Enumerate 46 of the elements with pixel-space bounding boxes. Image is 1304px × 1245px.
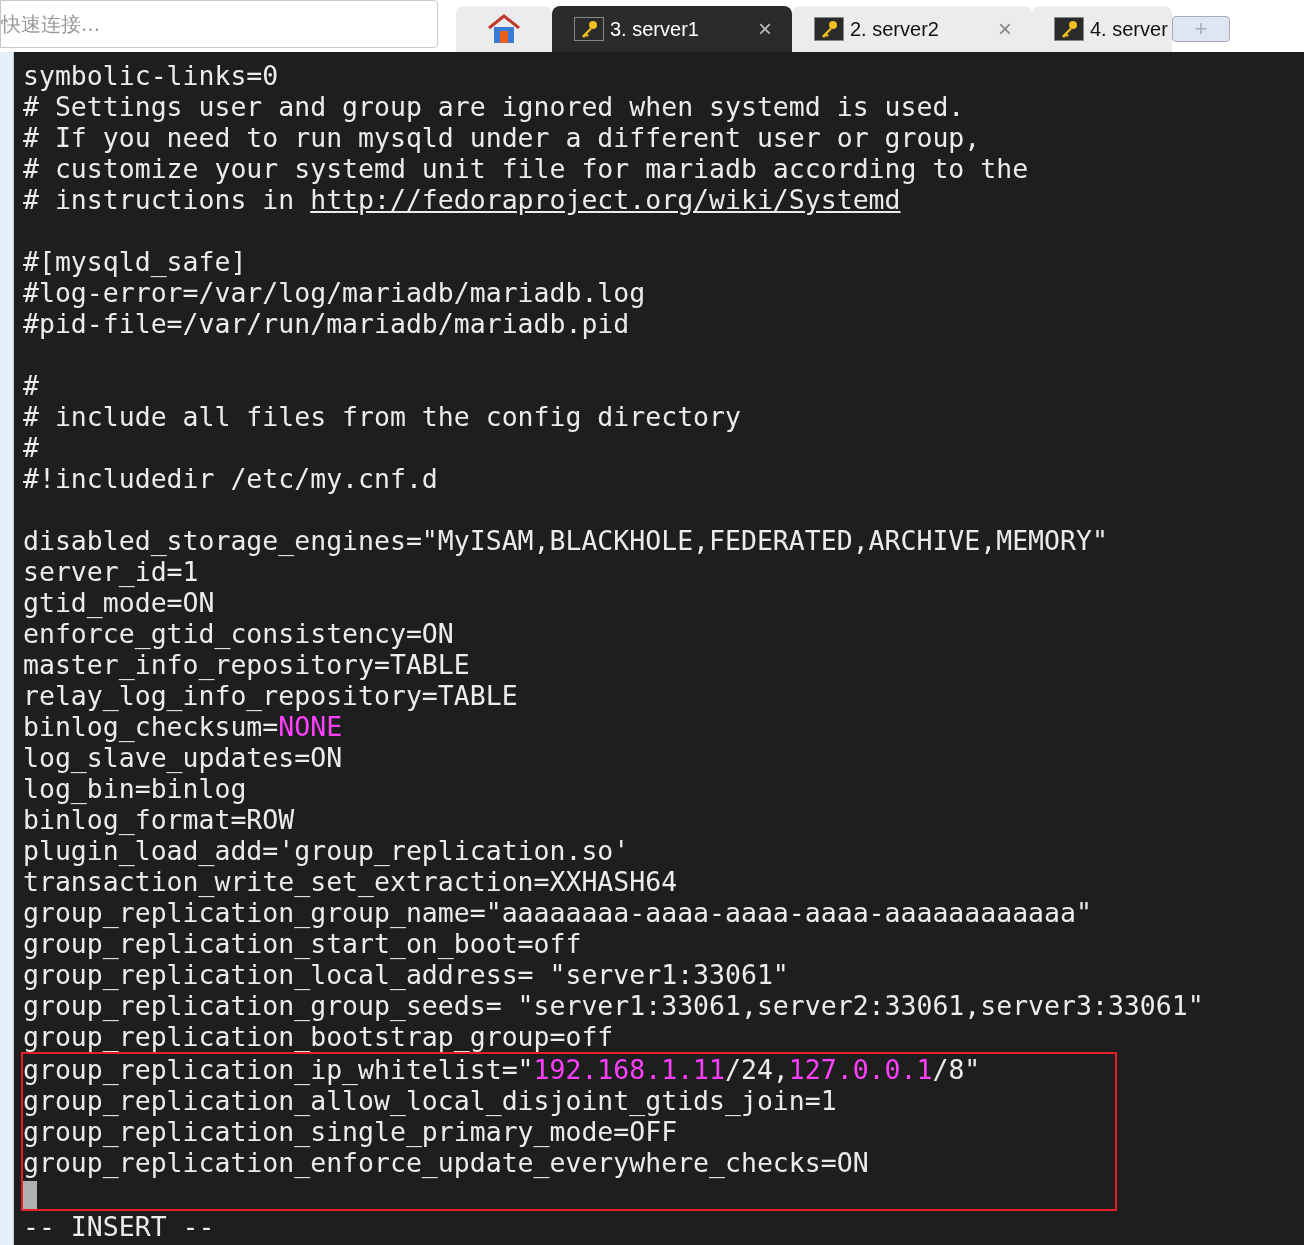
- home-tab[interactable]: [456, 6, 552, 52]
- key-icon: [574, 17, 604, 41]
- session-tab[interactable]: 4. server: [1032, 6, 1172, 52]
- code-line: group_replication_single_primary_mode=OFF: [23, 1116, 678, 1147]
- code-line: symbolic-links=0: [23, 60, 279, 91]
- mode-indicator: -- INSERT --: [23, 1211, 215, 1242]
- code-line: #pid-file=/var/run/mariadb/mariadb.pid: [23, 308, 630, 339]
- code-line: disabled_storage_engines="MyISAM,BLACKHOLE,FEDERATED,ARCHIVE,MEMORY": [23, 525, 1108, 556]
- code-line: #: [23, 432, 39, 463]
- code-line: enforce_gtid_consistency=ON: [23, 618, 454, 649]
- code-line: plugin_load_add='group_replication.so': [23, 835, 630, 866]
- code-line: group_replication_bootstrap_group=off: [23, 1021, 614, 1052]
- code-line: # customize your systemd unit file for mariadb according to the: [23, 153, 1029, 184]
- code-line: log_bin=binlog: [23, 773, 247, 804]
- key-icon: [1054, 17, 1084, 41]
- code-line: binlog_checksum=NONE: [23, 711, 343, 742]
- session-tab[interactable]: 3. server1 ×: [552, 6, 792, 52]
- session-tab[interactable]: 2. server2 ×: [792, 6, 1032, 52]
- code-line: group_replication_group_seeds= "server1:33061,server2:33061,server3:33061": [23, 990, 1204, 1021]
- code-line: relay_log_info_repository=TABLE: [23, 680, 518, 711]
- code-line: #log-error=/var/log/mariadb/mariadb.log: [23, 277, 646, 308]
- code-line: # If you need to run mysqld under a different user or group,: [23, 122, 981, 153]
- url-link[interactable]: http://fedoraproject.org/wiki/Systemd: [310, 184, 901, 215]
- code-line: # Settings user and group are ignored when systemd is used.: [23, 91, 965, 122]
- code-line: binlog_format=ROW: [23, 804, 295, 835]
- code-line: group_replication_ip_whitelist="192.168.1.11/24,127.0.0.1/8": [23, 1054, 981, 1085]
- code-line: master_info_repository=TABLE: [23, 649, 470, 680]
- code-line: group_replication_enforce_update_everywhere_checks=ON: [23, 1147, 869, 1178]
- code-line: #!includedir /etc/my.cnf.d: [23, 463, 438, 494]
- code-text: # instructions in: [23, 184, 296, 215]
- code-line: group_replication_start_on_boot=off: [23, 928, 582, 959]
- code-line: #: [23, 370, 39, 401]
- code-line: group_replication_local_address= "server1:33061": [23, 959, 789, 990]
- home-icon: [487, 13, 521, 45]
- code-line: gtid_mode=ON: [23, 587, 215, 618]
- close-icon[interactable]: ×: [758, 11, 772, 47]
- code-line: group_replication_allow_local_disjoint_gtids_join=1: [23, 1085, 837, 1116]
- code-line: transaction_write_set_extraction=XXHASH64: [23, 866, 678, 897]
- quick-connect-field[interactable]: 快速连接...: [0, 0, 438, 48]
- code-line: group_replication_group_name="aaaaaaaa-aaaa-aaaa-aaaa-aaaaaaaaaaaa": [23, 897, 1092, 928]
- code-line: #[mysqld_safe]: [23, 246, 247, 277]
- key-icon: [814, 17, 844, 41]
- code-line: log_slave_updates=ON: [23, 742, 343, 773]
- text-cursor: [23, 1181, 37, 1209]
- code-line: # include all files from the config directory: [23, 401, 741, 432]
- code-line: server_id=1: [23, 556, 199, 587]
